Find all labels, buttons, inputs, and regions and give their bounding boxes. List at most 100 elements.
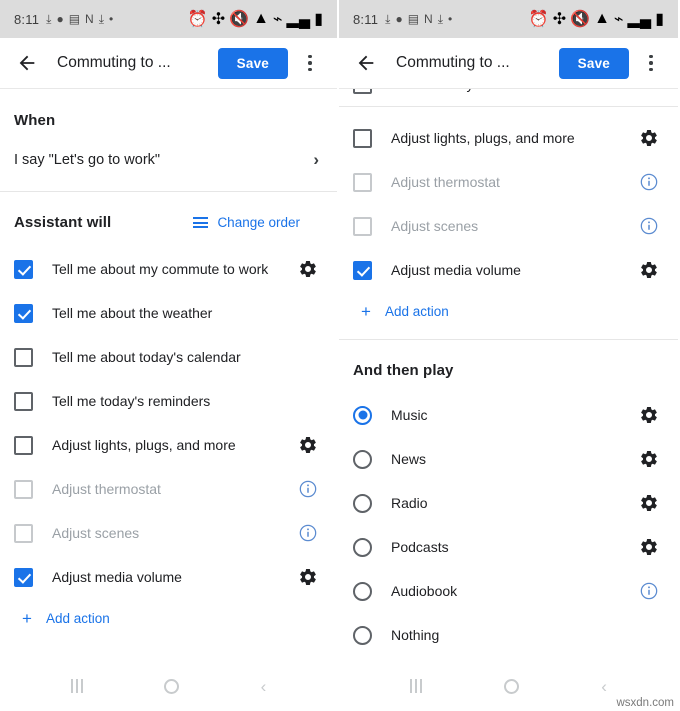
info-icon[interactable] <box>298 479 318 499</box>
gear-icon[interactable] <box>639 449 659 469</box>
clipped-partial-row[interactable]: Tell me today's reminders <box>339 89 678 106</box>
checkbox-icon[interactable] <box>14 303 33 323</box>
radio-list-item[interactable]: Radio <box>339 481 678 525</box>
list-item[interactable]: Tell me about today's calendar <box>0 335 337 379</box>
checkbox-icon[interactable] <box>353 216 372 236</box>
list-item[interactable]: Adjust scenes <box>339 204 678 248</box>
trailing-slot <box>293 479 323 499</box>
list-item[interactable]: Adjust thermostat <box>0 467 337 511</box>
radio-button-icon[interactable] <box>353 493 372 513</box>
more-vertical-icon[interactable] <box>297 48 323 78</box>
list-item[interactable]: Adjust lights, plugs, and more <box>339 116 678 160</box>
trailing-slot <box>634 260 664 280</box>
list-item[interactable]: Tell me today's reminders <box>339 89 678 106</box>
list-item-label: Adjust lights, plugs, and more <box>391 130 575 146</box>
back-chevron-icon[interactable]: ‹ <box>601 678 607 695</box>
checkbox-icon[interactable] <box>353 89 372 94</box>
info-icon[interactable] <box>639 172 659 192</box>
gear-icon[interactable] <box>639 537 659 557</box>
recent-apps-icon[interactable] <box>70 679 83 693</box>
radio-list-item[interactable]: Audiobook <box>339 569 678 613</box>
trailing-slot <box>634 449 664 469</box>
volume-mute-icon: 🔇 <box>570 11 591 28</box>
arrow-left-icon[interactable] <box>14 50 40 76</box>
radio-button-icon[interactable] <box>353 625 372 645</box>
checkbox-icon[interactable] <box>353 172 372 192</box>
dot-icon: • <box>109 12 114 26</box>
change-order-button[interactable]: Change order <box>193 215 323 230</box>
app-toolbar: Commuting to ... Save <box>339 38 678 89</box>
wifi-icon: ▲ <box>253 10 269 27</box>
list-item[interactable]: Adjust media volume <box>339 248 678 292</box>
recent-apps-icon[interactable] <box>410 679 423 693</box>
checkbox-icon[interactable] <box>14 347 33 367</box>
gear-icon[interactable] <box>639 405 659 425</box>
gear-icon[interactable] <box>298 435 318 455</box>
change-order-label: Change order <box>217 215 300 230</box>
chat-bubble-icon: ● <box>395 12 403 26</box>
play-options-list: Music News Radio Podcasts Audiobook Nothing <box>339 393 678 657</box>
back-chevron-icon[interactable]: ‹ <box>261 678 267 695</box>
list-item[interactable]: Adjust thermostat <box>339 160 678 204</box>
home-circle-icon[interactable] <box>164 678 180 694</box>
info-icon[interactable] <box>639 581 659 601</box>
radio-button-icon[interactable] <box>353 537 372 557</box>
status-bar-left-icons: ⤓ ● ▤ N ⤓ • <box>46 13 113 25</box>
radio-button-icon[interactable] <box>353 449 372 469</box>
checkbox-icon[interactable] <box>353 128 372 148</box>
radio-item-label: News <box>391 451 427 467</box>
gear-icon[interactable] <box>639 260 659 280</box>
checkbox-icon[interactable] <box>14 391 33 411</box>
gear-icon[interactable] <box>298 567 318 587</box>
status-bar: 8:11 ⤓ ● ▤ N ⤓ • ⏰ ✣ 🔇 ▲ ⌁ ▂▄ ▮ <box>0 0 337 38</box>
radio-list-item[interactable]: Nothing <box>339 613 678 657</box>
add-action-button-left[interactable]: + Add action <box>0 599 337 637</box>
list-item[interactable]: Tell me today's reminders <box>0 379 337 423</box>
radio-button-icon[interactable] <box>353 581 372 601</box>
radio-list-item[interactable]: News <box>339 437 678 481</box>
list-item-label: Adjust media volume <box>52 569 182 585</box>
left-scroll-content[interactable]: When I say "Let's go to work" › Assistan… <box>0 89 337 661</box>
add-action-button-right[interactable]: + Add action <box>339 292 678 330</box>
gear-icon[interactable] <box>298 259 318 279</box>
info-icon[interactable] <box>639 216 659 236</box>
radio-list-item[interactable]: Podcasts <box>339 525 678 569</box>
info-icon[interactable] <box>298 523 318 543</box>
checkbox-icon[interactable] <box>353 260 372 280</box>
wifi-icon: ▲ <box>594 10 610 27</box>
list-item[interactable]: Adjust media volume <box>0 555 337 599</box>
list-item[interactable]: Adjust lights, plugs, and more <box>0 423 337 467</box>
arrow-left-icon[interactable] <box>353 50 379 76</box>
trailing-slot <box>634 172 664 192</box>
trailing-slot <box>293 259 323 279</box>
more-vertical-icon[interactable] <box>638 48 664 78</box>
checkbox-icon[interactable] <box>14 435 33 455</box>
checkbox-icon[interactable] <box>14 523 33 543</box>
right-scroll-content[interactable]: Tell me today's reminders Adjust lights,… <box>339 89 678 661</box>
trailing-slot <box>293 567 323 587</box>
list-item-label: Tell me about today's calendar <box>52 349 241 365</box>
radio-button-icon[interactable] <box>353 405 372 425</box>
radio-list-item[interactable]: Music <box>339 393 678 437</box>
list-item[interactable]: Tell me about my commute to work <box>0 247 337 291</box>
checkbox-icon[interactable] <box>14 567 33 587</box>
status-bar-clock: 8:11 <box>14 11 40 27</box>
save-button[interactable]: Save <box>558 47 629 79</box>
gear-icon[interactable] <box>639 493 659 513</box>
home-circle-icon[interactable] <box>504 678 520 694</box>
page-title: Commuting to ... <box>57 54 171 71</box>
list-item[interactable]: Tell me about the weather <box>0 291 337 335</box>
checkbox-icon[interactable] <box>14 479 33 499</box>
status-bar-clock: 8:11 <box>353 11 379 27</box>
system-nav-bar-right: ‹ wsxdn.com <box>339 661 678 711</box>
status-bar-left-icons: ⤓ ● ▤ N ⤓ • <box>385 13 452 25</box>
list-item[interactable]: Adjust scenes <box>0 511 337 555</box>
radio-item-label: Audiobook <box>391 583 458 599</box>
gear-icon[interactable] <box>639 128 659 148</box>
vpn-icon: ⌁ <box>613 11 624 28</box>
when-trigger-row[interactable]: I say "Let's go to work" › <box>0 129 337 191</box>
dual-screenshot-container: 8:11 ⤓ ● ▤ N ⤓ • ⏰ ✣ 🔇 ▲ ⌁ ▂▄ ▮ Commutin… <box>0 0 680 711</box>
checkbox-icon[interactable] <box>14 259 33 279</box>
save-button[interactable]: Save <box>217 47 288 79</box>
radio-item-label: Podcasts <box>391 539 449 555</box>
